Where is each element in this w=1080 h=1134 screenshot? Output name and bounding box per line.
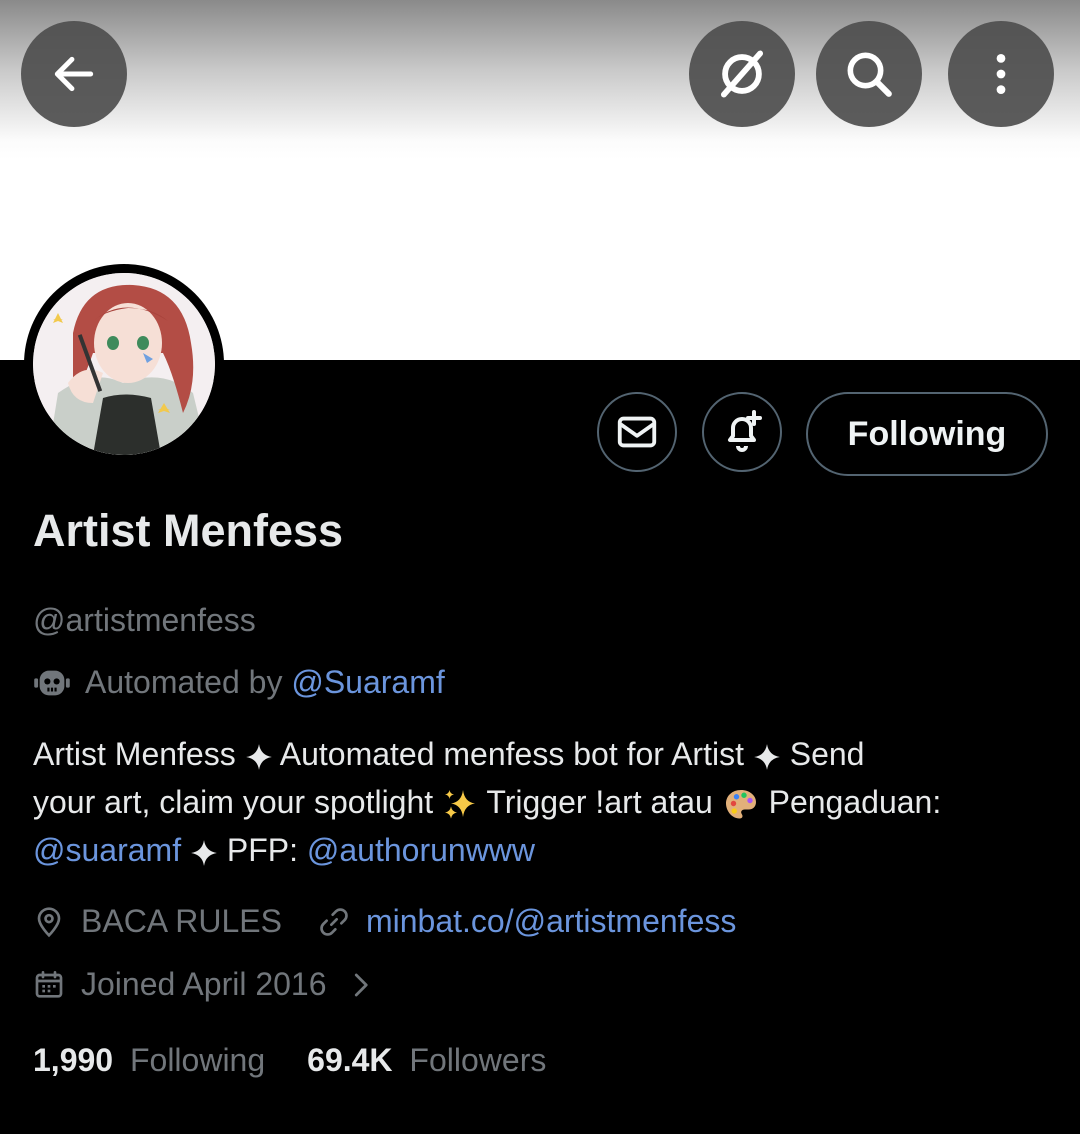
- calendar-icon: [35, 970, 63, 998]
- following-label: Following: [129, 1042, 266, 1078]
- grok-button[interactable]: [689, 21, 795, 127]
- more-button[interactable]: [948, 21, 1054, 127]
- automated-prefix: Automated by: [85, 664, 283, 700]
- following-button[interactable]: Following: [806, 392, 1048, 476]
- location-text: BACA RULES: [81, 903, 282, 939]
- link-icon: [320, 907, 348, 936]
- bio-text: Artist Menfess: [33, 736, 236, 772]
- bio-text: Automated menfess bot for Artist: [279, 736, 744, 772]
- automated-by-link[interactable]: @Suaramf: [291, 664, 444, 701]
- arrow-left-icon: [54, 56, 94, 92]
- message-button[interactable]: [597, 392, 677, 472]
- bio-mention-link[interactable]: @authorunwww: [307, 832, 535, 868]
- joined-text: Joined April 2016: [81, 966, 327, 1002]
- slashed-circle-icon: [720, 50, 764, 98]
- website-link[interactable]: minbat.co/@artistmenfess: [366, 903, 736, 940]
- bio-text: your art, claim your spotlight: [33, 784, 434, 820]
- avatar[interactable]: [24, 264, 224, 464]
- bio-text: Pengaduan:: [768, 784, 942, 820]
- chevron-right-icon: [354, 973, 368, 996]
- profile-meta-row: BACA RULES minbat.co/@artistmenfess: [33, 903, 736, 940]
- sparkles-emoji-icon: [445, 789, 476, 819]
- joined-row[interactable]: Joined April 2016: [33, 966, 375, 1003]
- palette-emoji-icon: [725, 789, 756, 819]
- following-stat[interactable]: 1,990 Following: [33, 1042, 265, 1079]
- envelope-icon: [617, 416, 657, 448]
- following-count: 1,990: [33, 1042, 114, 1078]
- more-vertical-icon: [996, 54, 1006, 94]
- location-pin-icon: [37, 906, 61, 937]
- follow-stats: 1,990 Following 69.4K Followers: [33, 1042, 546, 1079]
- avatar-image: [33, 273, 215, 455]
- robot-icon: [34, 670, 70, 695]
- bio: Artist Menfess Automated menfess bot for…: [33, 730, 1053, 874]
- automated-label: Automated by @Suaramf: [33, 664, 445, 701]
- bio-text: Send: [789, 736, 865, 772]
- display-name: Artist Menfess: [33, 505, 344, 556]
- followers-label: Followers: [409, 1042, 547, 1078]
- sparkle-icon: [191, 839, 217, 866]
- search-button[interactable]: [816, 21, 922, 127]
- notifications-button[interactable]: [702, 392, 782, 472]
- search-icon: [847, 52, 892, 97]
- sparkle-icon: [245, 743, 272, 770]
- back-button[interactable]: [21, 21, 127, 127]
- bio-text: PFP:: [226, 832, 298, 868]
- followers-count: 69.4K: [307, 1042, 393, 1078]
- followers-stat[interactable]: 69.4K Followers: [307, 1042, 546, 1079]
- bell-plus-icon: [728, 410, 762, 452]
- sparkle-icon: [754, 743, 780, 770]
- handle: @artistmenfess: [33, 602, 256, 638]
- bio-mention-link[interactable]: @suaramf: [33, 832, 181, 868]
- bio-text: Trigger !art atau: [486, 784, 713, 820]
